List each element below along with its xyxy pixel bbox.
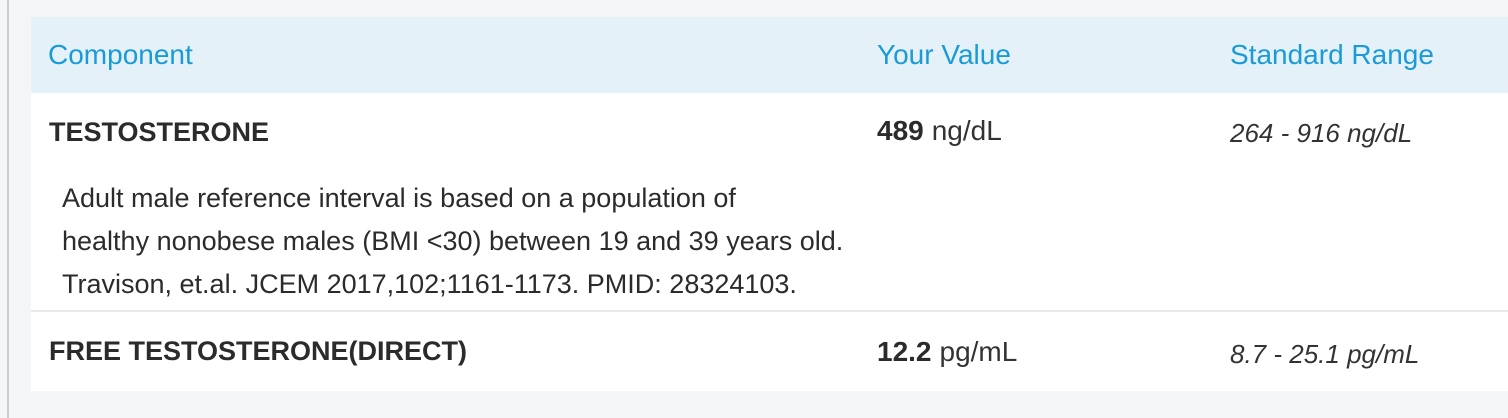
standard-range: 264 - 916 ng/dL (1230, 118, 1413, 148)
comment-line: Adult male reference interval is based o… (62, 183, 736, 213)
table-row-testosterone: TESTOSTERONE 489 ng/dL 264 - 916 ng/dL Ad… (31, 93, 1508, 312)
comment-line: healthy nonobese males (BMI <30) between… (62, 226, 844, 256)
result-number: 489 (877, 115, 924, 146)
results-table: Component Your Value Standard Range TEST… (31, 17, 1508, 391)
left-panel-edge (0, 0, 9, 418)
column-header-your-value: Your Value (877, 39, 1011, 70)
result-value: 12.2 pg/mL (877, 336, 1017, 368)
standard-range: 8.7 - 25.1 pg/mL (1230, 339, 1420, 369)
result-number: 12.2 (877, 336, 932, 367)
comment-line: Travison, et.al. JCEM 2017,102;1161-1173… (62, 269, 797, 299)
result-comment: Adult male reference interval is based o… (62, 177, 1042, 306)
result-unit: ng/dL (931, 115, 1002, 146)
column-header-standard-range: Standard Range (1230, 39, 1434, 70)
result-unit: pg/mL (939, 336, 1018, 367)
component-name: TESTOSTERONE (49, 117, 270, 147)
table-header: Component Your Value Standard Range (31, 17, 1508, 93)
table-row-free-testosterone: FREE TESTOSTERONE(DIRECT) 12.2 pg/mL 8.7 … (31, 312, 1508, 391)
lab-results-page: Component Your Value Standard Range TEST… (0, 0, 1508, 418)
component-name: FREE TESTOSTERONE(DIRECT) (49, 336, 468, 366)
column-header-component: Component (48, 39, 193, 70)
result-value: 489 ng/dL (877, 115, 1002, 147)
